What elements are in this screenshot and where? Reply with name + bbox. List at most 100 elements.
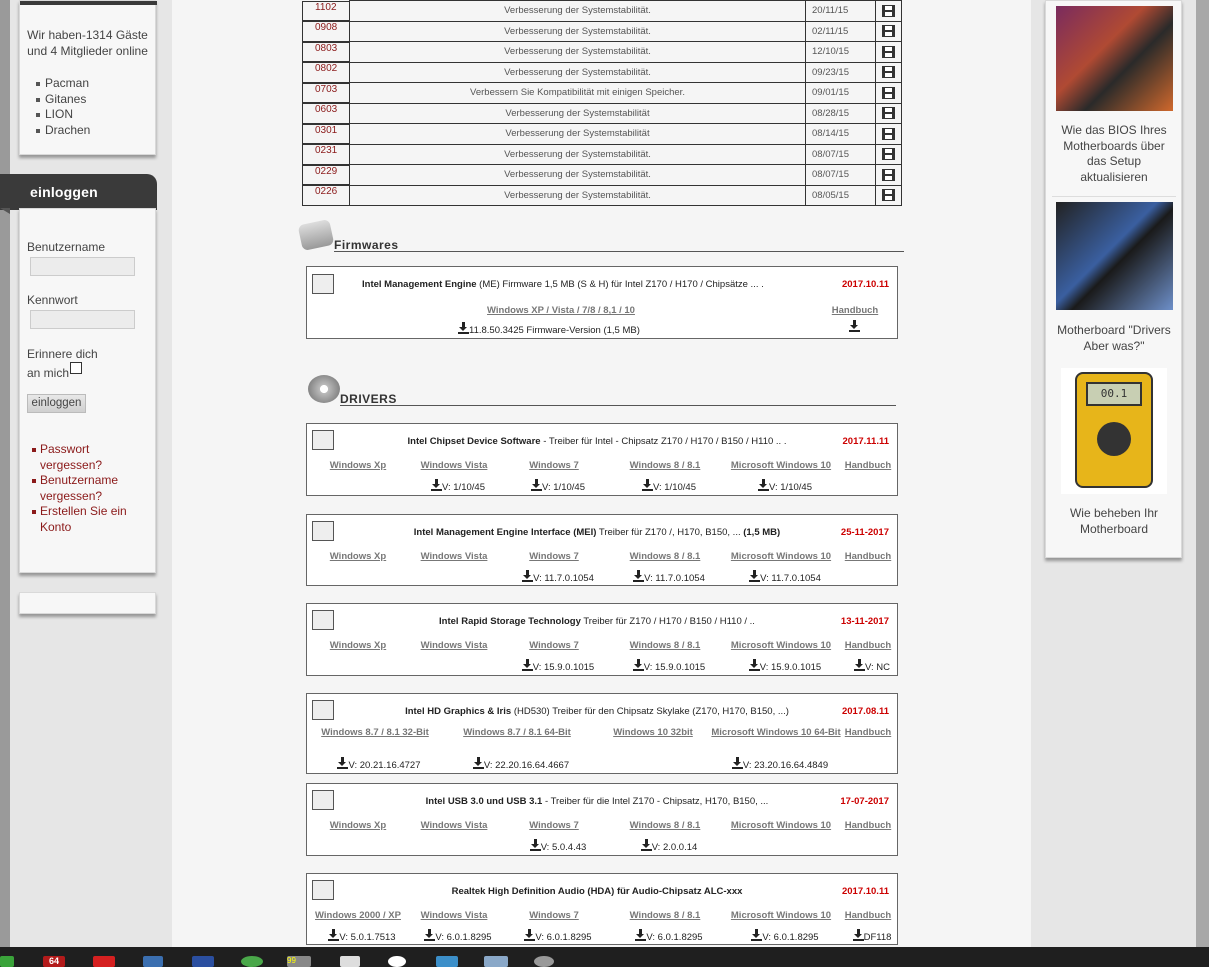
- os-link[interactable]: Microsoft Windows 10: [728, 639, 834, 652]
- bios-version[interactable]: 0908: [302, 21, 350, 42]
- member-item[interactable]: Gitanes: [36, 92, 155, 108]
- manual-link[interactable]: Handbuch: [840, 726, 896, 739]
- os-link[interactable]: Microsoft Windows 10: [728, 550, 834, 563]
- bios-version[interactable]: 0301: [302, 123, 350, 144]
- green-app-icon[interactable]: [0, 956, 14, 967]
- firmware-manual-link[interactable]: Handbuch: [829, 304, 881, 317]
- password-input[interactable]: [30, 310, 135, 329]
- gear-icon[interactable]: [388, 956, 406, 967]
- version-download[interactable]: V: 6.0.1.8295: [736, 929, 834, 943]
- version-download[interactable]: V: 15.9.0.1015: [736, 659, 834, 673]
- os-link[interactable]: Microsoft Windows 10 64-Bit: [708, 726, 844, 739]
- version-download[interactable]: V: 1/10/45: [736, 479, 834, 493]
- version-download[interactable]: V: 5.0.4.43: [514, 839, 602, 853]
- version-download[interactable]: V: 6.0.1.8295: [412, 929, 504, 943]
- calculator-icon[interactable]: [340, 956, 360, 967]
- version-download[interactable]: V: 6.0.1.8295: [612, 929, 726, 943]
- os-link[interactable]: Windows 8.7 / 8.1 64-Bit: [454, 726, 580, 739]
- member-item[interactable]: Drachen: [36, 123, 155, 139]
- firmware-download[interactable]: 11.8.50.3425 Firmware-Version (1,5 MB): [458, 322, 640, 336]
- os-link[interactable]: Microsoft Windows 10: [728, 459, 834, 472]
- version-download[interactable]: V: 15.9.0.1015: [612, 659, 726, 673]
- satellite-app-icon[interactable]: [534, 956, 554, 967]
- os-link[interactable]: Windows 7: [506, 550, 602, 563]
- login-button[interactable]: einloggen: [27, 394, 86, 413]
- version-download[interactable]: DF118: [848, 929, 896, 943]
- os-link[interactable]: Windows 7: [506, 639, 602, 652]
- firmware-os-link[interactable]: Windows XP / Vista / 7/8 / 8,1 / 10: [478, 304, 644, 317]
- manual-download[interactable]: [849, 320, 860, 334]
- os-link[interactable]: Windows Vista: [404, 819, 504, 832]
- bios-download[interactable]: [875, 143, 902, 165]
- version-download[interactable]: V: 6.0.1.8295: [514, 929, 602, 943]
- bios-download[interactable]: [875, 184, 902, 206]
- motherboard-image[interactable]: [1056, 202, 1173, 310]
- manual-link[interactable]: Handbuch: [840, 819, 896, 832]
- bios-download[interactable]: [875, 82, 902, 104]
- manual-link[interactable]: Handbuch: [840, 459, 896, 472]
- bios-download[interactable]: [875, 61, 902, 83]
- os-link[interactable]: Windows 8 / 8.1: [604, 550, 726, 563]
- screen-app-icon[interactable]: [436, 956, 458, 967]
- bios-version[interactable]: 0226: [302, 185, 350, 206]
- version-download[interactable]: V: 22.20.16.64.4667: [462, 757, 580, 771]
- version-download[interactable]: V: 1/10/45: [514, 479, 602, 493]
- bios-version[interactable]: 1102: [302, 0, 350, 21]
- os-link[interactable]: Windows 8 / 8.1: [604, 639, 726, 652]
- os-link[interactable]: Windows 8 / 8.1: [604, 819, 726, 832]
- flag-app-icon[interactable]: [192, 956, 214, 967]
- manual-link[interactable]: Handbuch: [840, 909, 896, 922]
- version-download[interactable]: V: 15.9.0.1015: [514, 659, 602, 673]
- os-link[interactable]: Windows Vista: [404, 639, 504, 652]
- os-link[interactable]: Windows 7: [506, 459, 602, 472]
- bios-version[interactable]: 0231: [302, 144, 350, 165]
- username-input[interactable]: [30, 257, 135, 276]
- bios-download[interactable]: [875, 164, 902, 186]
- article-caption-bios-update[interactable]: Wie das BIOS Ihres Motherboards über das…: [1052, 123, 1176, 185]
- chart-app-icon[interactable]: [143, 956, 163, 967]
- os-link[interactable]: Windows 10 32bit: [600, 726, 706, 739]
- bios-version[interactable]: 0603: [302, 103, 350, 124]
- version-download[interactable]: V: 11.7.0.1054: [514, 570, 602, 584]
- bios-download[interactable]: [875, 20, 902, 42]
- os-link[interactable]: Windows Xp: [314, 459, 402, 472]
- os-link[interactable]: Windows 8 / 8.1: [604, 909, 726, 922]
- os-link[interactable]: Windows 8 / 8.1: [604, 459, 726, 472]
- os-link[interactable]: Windows 2000 / XP: [314, 909, 402, 922]
- version-download[interactable]: V: 11.7.0.1054: [612, 570, 726, 584]
- bios-version[interactable]: 0802: [302, 62, 350, 83]
- red-app-icon[interactable]: [93, 956, 115, 967]
- version-download[interactable]: V: 23.20.16.64.4849: [716, 757, 844, 771]
- article-caption-fix[interactable]: Wie beheben Ihr Motherboard: [1052, 506, 1176, 537]
- bios-chip-image[interactable]: [1056, 6, 1173, 111]
- gpu-app-icon[interactable]: 99: [287, 956, 311, 967]
- bios-version[interactable]: 0229: [302, 164, 350, 185]
- os-link[interactable]: Microsoft Windows 10: [728, 819, 834, 832]
- bios-version[interactable]: 0803: [302, 41, 350, 62]
- os-link[interactable]: Windows 8.7 / 8.1 32-Bit: [312, 726, 438, 739]
- bios-download[interactable]: [875, 41, 902, 63]
- os-link[interactable]: Windows Vista: [404, 909, 504, 922]
- os-link[interactable]: Windows Xp: [314, 639, 402, 652]
- os-link[interactable]: Windows Xp: [314, 550, 402, 563]
- remember-checkbox[interactable]: [70, 362, 82, 374]
- os-link[interactable]: Windows 7: [506, 909, 602, 922]
- os-link[interactable]: Windows Vista: [404, 459, 504, 472]
- multimeter-image[interactable]: 00.1: [1061, 368, 1167, 494]
- bios-download[interactable]: [875, 0, 902, 22]
- os-link[interactable]: Windows Xp: [314, 819, 402, 832]
- version-download[interactable]: V: 2.0.0.14: [612, 839, 726, 853]
- globe-app-icon[interactable]: [241, 956, 263, 967]
- version-download[interactable]: V: NC: [848, 659, 896, 673]
- version-download[interactable]: V: 20.21.16.4727: [320, 757, 438, 771]
- version-download[interactable]: V: 5.0.1.7513: [322, 929, 402, 943]
- bios-download[interactable]: [875, 123, 902, 145]
- version-download[interactable]: V: 1/10/45: [612, 479, 726, 493]
- member-item[interactable]: Pacman: [36, 76, 155, 92]
- aida64-icon[interactable]: 64: [43, 956, 65, 967]
- forgot-username-link[interactable]: Benutzername vergessen?: [32, 473, 150, 504]
- monitor-app-icon[interactable]: [484, 956, 508, 967]
- os-link[interactable]: Microsoft Windows 10: [728, 909, 834, 922]
- os-link[interactable]: Windows 7: [506, 819, 602, 832]
- manual-link[interactable]: Handbuch: [840, 550, 896, 563]
